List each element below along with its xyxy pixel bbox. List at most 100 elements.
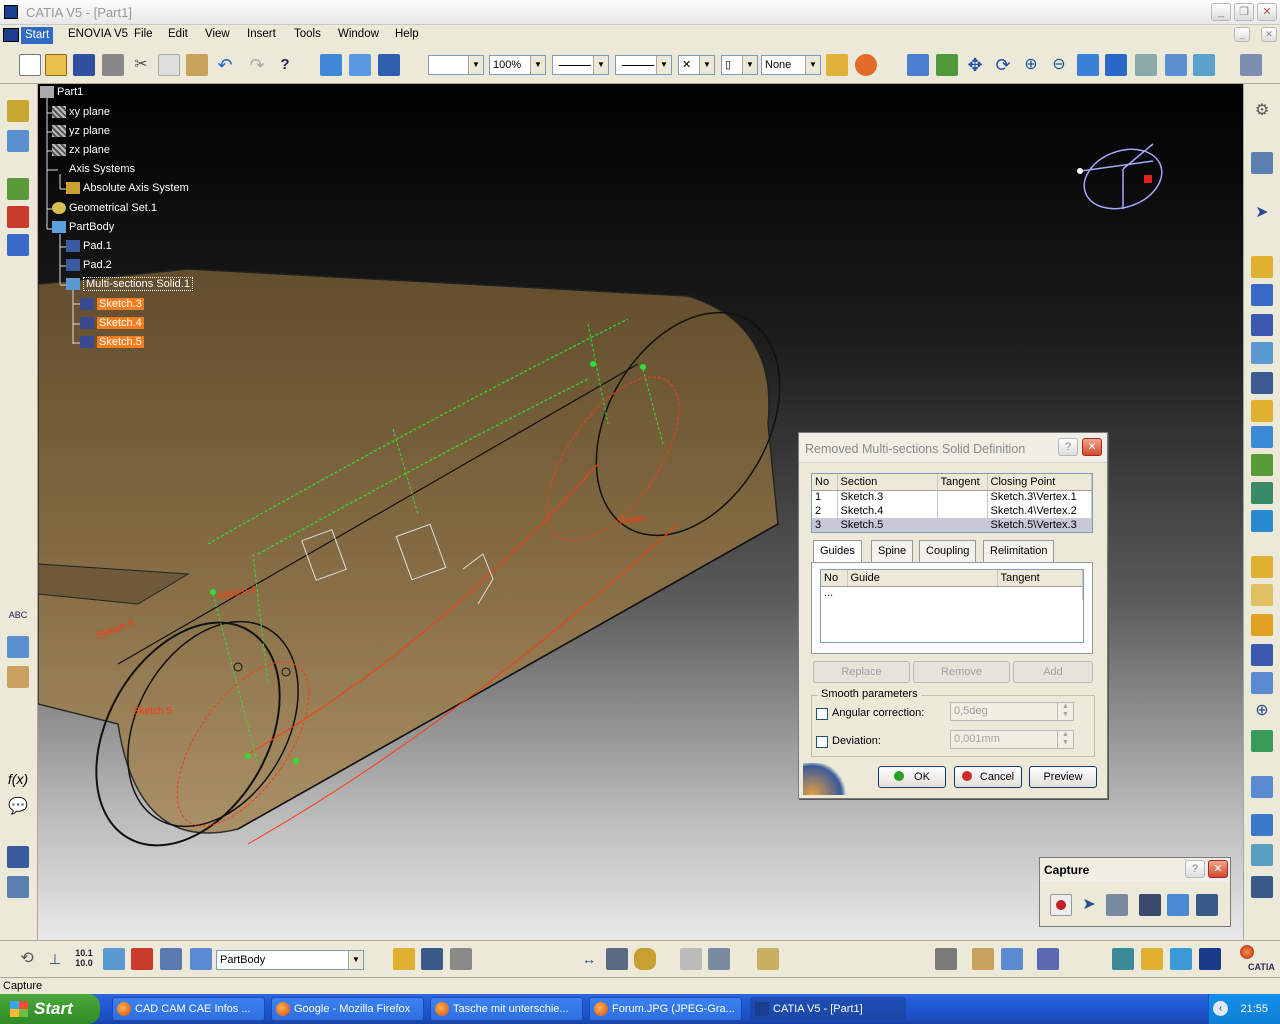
- normal-view-icon[interactable]: [1077, 54, 1099, 76]
- menu-edit[interactable]: Edit: [168, 28, 188, 40]
- pad-feature-icon[interactable]: [1251, 256, 1273, 278]
- current-body-combo[interactable]: PartBody ▼: [216, 950, 364, 970]
- text-annotation-icon[interactable]: ABC: [7, 604, 29, 626]
- point-icon[interactable]: ⊥: [44, 948, 66, 970]
- deviation-field[interactable]: 0,001mm ▲ ▼: [950, 730, 1074, 749]
- undo-icon[interactable]: ↶: [214, 54, 236, 76]
- tools-palette-icon[interactable]: [1112, 948, 1134, 970]
- measure-between-icon[interactable]: [131, 948, 153, 970]
- doc-close-button[interactable]: ✕: [1261, 27, 1277, 42]
- annotation-plane-icon[interactable]: [7, 666, 29, 688]
- preview-button[interactable]: Preview: [1029, 766, 1097, 788]
- layers-icon[interactable]: [1141, 948, 1163, 970]
- measure-item-icon[interactable]: ↔: [578, 948, 600, 970]
- draft-analysis-icon[interactable]: [7, 234, 29, 256]
- deviation-checkbox[interactable]: [816, 736, 828, 748]
- paste-icon[interactable]: [186, 54, 208, 76]
- flag-note-icon[interactable]: [7, 636, 29, 658]
- properties-icon[interactable]: [855, 54, 877, 76]
- zoom-out-icon[interactable]: ⊖: [1048, 54, 1070, 76]
- comment-icon[interactable]: 💬: [7, 796, 29, 818]
- new-icon[interactable]: [19, 54, 41, 76]
- translate-icon[interactable]: ⊕: [1251, 700, 1273, 722]
- section-row[interactable]: 2 Sketch.4 Sketch.4\Vertex.2: [812, 504, 1092, 518]
- transparency-combo[interactable]: 100% ▼: [489, 55, 546, 75]
- rotate-icon[interactable]: ⟳: [992, 54, 1014, 76]
- analysis-icon[interactable]: [7, 178, 29, 200]
- pad-toolbar-icon[interactable]: [103, 948, 125, 970]
- hide-show-icon[interactable]: [1165, 54, 1187, 76]
- ok-button[interactable]: OK: [878, 766, 946, 788]
- catia-menu-icon[interactable]: [3, 28, 19, 42]
- fit-all-icon[interactable]: [936, 54, 958, 76]
- reference-elements-icon[interactable]: [680, 948, 702, 970]
- tab-relimitation[interactable]: Relimitation: [983, 540, 1055, 562]
- replace-button[interactable]: Replace: [813, 661, 910, 683]
- guides-list[interactable]: No Guide Tangent ...: [820, 569, 1084, 643]
- multi-view-icon[interactable]: [1240, 54, 1262, 76]
- chamfer-icon[interactable]: [1251, 584, 1273, 606]
- shaft-icon[interactable]: [1251, 314, 1273, 336]
- capture-options-icon[interactable]: [1106, 894, 1128, 916]
- fly-mode-icon[interactable]: [907, 54, 929, 76]
- taskbar-item[interactable]: Google - Mozilla Firefox: [271, 997, 424, 1021]
- capture-settings-icon[interactable]: [1196, 894, 1218, 916]
- mass-icon[interactable]: [634, 948, 656, 970]
- gear-icon[interactable]: ⚙: [1251, 100, 1273, 122]
- angular-correction-field[interactable]: 0,5deg ▲ ▼: [950, 702, 1074, 721]
- render-style-icon[interactable]: [1135, 54, 1157, 76]
- design-table-icon[interactable]: [7, 846, 29, 868]
- tree-item-partbody[interactable]: PartBody: [52, 221, 114, 234]
- menu-view[interactable]: View: [205, 28, 230, 40]
- measure-icon[interactable]: [7, 206, 29, 228]
- surface-icon[interactable]: [1170, 948, 1192, 970]
- pocket-icon[interactable]: [1251, 284, 1273, 306]
- plane-tool-icon[interactable]: [757, 948, 779, 970]
- cancel-button[interactable]: Cancel: [954, 766, 1022, 788]
- tab-coupling[interactable]: Coupling: [919, 540, 977, 562]
- menu-start[interactable]: Start: [21, 27, 54, 44]
- section-row[interactable]: 1 Sketch.3 Sketch.3\Vertex.1: [812, 490, 1092, 504]
- capture-help-button[interactable]: ?: [1185, 860, 1205, 878]
- simulation-icon[interactable]: [1037, 948, 1059, 970]
- iso-view-icon[interactable]: [1105, 54, 1127, 76]
- catalog-icon[interactable]: [450, 948, 472, 970]
- doc-minimize-button[interactable]: _: [1234, 27, 1250, 42]
- capture-close-button[interactable]: ✕: [1208, 860, 1228, 878]
- sketch-icon[interactable]: [7, 100, 29, 122]
- plane-icon[interactable]: [320, 54, 342, 76]
- capture-title-bar[interactable]: Capture ? ✕: [1040, 858, 1230, 882]
- col-tangent[interactable]: Tangent: [937, 474, 988, 491]
- tree-item-sketch4[interactable]: Sketch.4: [80, 317, 144, 330]
- select-help-icon[interactable]: [378, 54, 400, 76]
- shell-icon[interactable]: [1251, 644, 1273, 666]
- boolean-ops-icon[interactable]: [393, 948, 415, 970]
- tree-item-geometrical-set[interactable]: Geometrical Set.1: [52, 202, 157, 215]
- dialog-title-bar[interactable]: Removed Multi-sections Solid Definition …: [799, 433, 1107, 463]
- rib-icon[interactable]: [1251, 400, 1273, 422]
- constraint-dimension-icon[interactable]: 10.1 10.0: [73, 948, 95, 970]
- lineweight-combo[interactable]: ▼: [615, 55, 672, 75]
- col-section[interactable]: Section: [837, 474, 938, 491]
- tab-spine[interactable]: Spine: [871, 540, 914, 562]
- open-icon[interactable]: [45, 54, 67, 76]
- select-arrow-icon[interactable]: ➤: [1251, 202, 1273, 224]
- sections-list[interactable]: No Section Tangent Closing Point 1 Sketc…: [811, 473, 1093, 533]
- hole-icon[interactable]: [1251, 372, 1273, 394]
- refresh-icon[interactable]: ⟲: [16, 948, 38, 970]
- mirror-icon[interactable]: [1251, 730, 1273, 752]
- sketcher-icon[interactable]: [1251, 152, 1273, 174]
- boolean-icon[interactable]: [1251, 814, 1273, 836]
- remove-button[interactable]: Remove: [913, 661, 1010, 683]
- tree-item-multisections-solid[interactable]: Multi-sections Solid.1: [66, 277, 193, 291]
- col-no[interactable]: No: [812, 474, 838, 491]
- redo-icon[interactable]: ↷: [246, 54, 268, 76]
- formula-icon[interactable]: f(x): [7, 768, 29, 790]
- catia-app-icon[interactable]: [4, 5, 18, 19]
- tree-item-sketch3[interactable]: Sketch.3: [80, 298, 144, 311]
- select-mode-icon[interactable]: ➤: [1078, 894, 1100, 916]
- taskbar-item[interactable]: Tasche mit unterschie...: [430, 997, 583, 1021]
- dialog-close-button[interactable]: ✕: [1082, 438, 1102, 456]
- taskbar-item[interactable]: Forum.JPG (JPEG-Gra...: [589, 997, 742, 1021]
- menu-help[interactable]: Help: [395, 28, 419, 40]
